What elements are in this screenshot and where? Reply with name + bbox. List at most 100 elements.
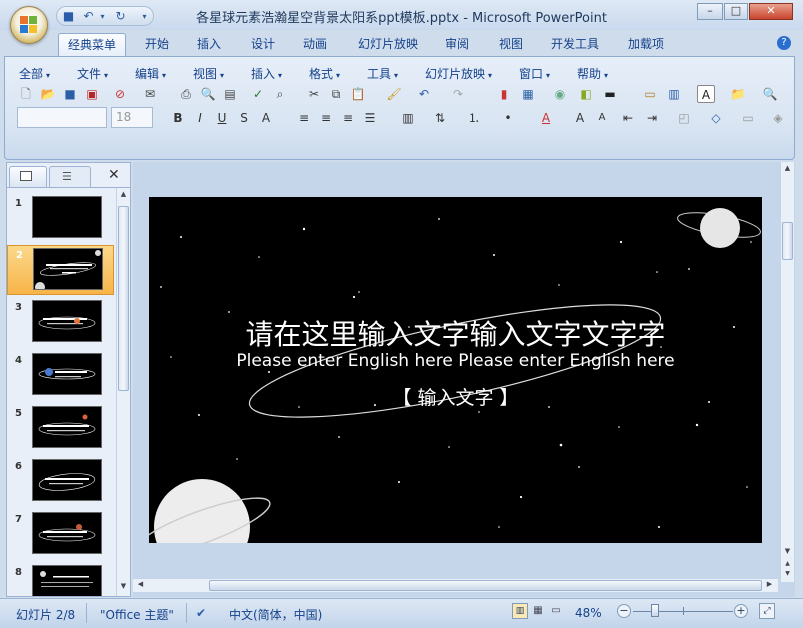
- slide-sorter-icon[interactable]: ▦: [530, 603, 546, 619]
- grow-font-icon[interactable]: A: [571, 109, 589, 127]
- color-icon[interactable]: ◧: [577, 85, 595, 103]
- help-icon[interactable]: ?: [777, 36, 791, 50]
- menu-edit[interactable]: 编辑 ▾: [135, 65, 166, 82]
- justify-icon[interactable]: ☰: [361, 109, 379, 127]
- spell-check-icon[interactable]: ✔: [196, 606, 206, 620]
- chart-icon[interactable]: ▮: [495, 85, 513, 103]
- folder-icon[interactable]: 📁: [729, 85, 747, 103]
- slide-thumbnail-3[interactable]: 3: [7, 298, 114, 348]
- slide-thumbnail-5[interactable]: 5: [7, 404, 114, 454]
- close-button[interactable]: ✕: [749, 3, 793, 20]
- quick-styles-icon[interactable]: ▭: [739, 109, 757, 127]
- italic-button[interactable]: I: [191, 109, 209, 127]
- format-painter-icon[interactable]: 🖌: [385, 85, 403, 103]
- shadow-button[interactable]: S: [235, 109, 253, 127]
- menu-file[interactable]: 文件 ▾: [77, 65, 108, 82]
- text-direction-icon[interactable]: ⇅: [431, 109, 449, 127]
- slide-thumbnail-4[interactable]: 4: [7, 351, 114, 401]
- email-icon[interactable]: ✉: [141, 85, 159, 103]
- language-indicator[interactable]: 中文(简体，中国): [229, 606, 322, 623]
- tab-review[interactable]: 审阅: [436, 33, 478, 56]
- minimize-button[interactable]: –: [697, 3, 723, 20]
- tab-design[interactable]: 设计: [242, 33, 284, 56]
- redo-icon[interactable]: ↷: [449, 85, 467, 103]
- scroll-down-icon[interactable]: ▼: [782, 547, 793, 558]
- tab-home[interactable]: 开始: [136, 33, 178, 56]
- shapes-icon[interactable]: ◇: [707, 109, 725, 127]
- layout-icon[interactable]: ▤: [221, 85, 239, 103]
- font-name-combo[interactable]: [17, 107, 107, 128]
- current-slide[interactable]: 请在这里输入文字输入文字文字字 Please enter English her…: [149, 197, 762, 543]
- menu-all[interactable]: 全部 ▾: [19, 65, 50, 82]
- slide-title[interactable]: 请在这里输入文字输入文字文字字: [149, 313, 762, 353]
- align-center-icon[interactable]: ≡: [317, 109, 335, 127]
- fill-icon[interactable]: ◈: [769, 109, 787, 127]
- arrange-icon[interactable]: ◰: [675, 109, 693, 127]
- tab-animation[interactable]: 动画: [294, 33, 336, 56]
- tab-insert[interactable]: 插入: [188, 33, 230, 56]
- scroll-thumb[interactable]: [209, 580, 762, 591]
- numbering-icon[interactable]: ⒈: [465, 109, 483, 127]
- bullets-icon[interactable]: •: [499, 109, 517, 127]
- tab-slideshow[interactable]: 幻灯片放映: [348, 33, 428, 56]
- tab-outline[interactable]: ☰: [49, 166, 91, 187]
- slide-thumbnail-1[interactable]: 1: [7, 194, 114, 244]
- columns-icon[interactable]: ▥: [399, 109, 417, 127]
- slide-subtitle[interactable]: Please enter English here Please enter E…: [149, 351, 762, 371]
- menu-slideshow[interactable]: 幻灯片放映 ▾: [425, 65, 492, 82]
- office-button[interactable]: [10, 6, 48, 44]
- underline-button[interactable]: U: [213, 109, 231, 127]
- menu-help[interactable]: 帮助 ▾: [577, 65, 608, 82]
- menu-format[interactable]: 格式 ▾: [309, 65, 340, 82]
- print-preview-icon[interactable]: 🔍: [199, 85, 217, 103]
- clip-art-icon[interactable]: ◉: [551, 85, 569, 103]
- tab-developer[interactable]: 开发工具: [542, 33, 608, 56]
- menu-tools[interactable]: 工具 ▾: [367, 65, 398, 82]
- scroll-right-icon[interactable]: ▶: [764, 580, 775, 591]
- scroll-up-icon[interactable]: ▲: [118, 190, 129, 201]
- menu-insert[interactable]: 插入 ▾: [251, 65, 282, 82]
- tab-view[interactable]: 视图: [490, 33, 532, 56]
- shrink-font-icon[interactable]: A: [593, 109, 611, 127]
- slide-thumbnail-2[interactable]: 2: [7, 245, 114, 295]
- fit-to-window-icon[interactable]: ⤢: [759, 603, 775, 619]
- permission-icon[interactable]: ⊘: [111, 85, 129, 103]
- next-slide-icon[interactable]: ▼: [782, 570, 793, 579]
- increase-indent-icon[interactable]: ⇥: [643, 109, 661, 127]
- zoom-level[interactable]: 48%: [575, 606, 602, 620]
- menu-window[interactable]: 窗口 ▾: [519, 65, 550, 82]
- close-pane-icon[interactable]: ✕: [108, 167, 120, 183]
- zoom-slider-thumb[interactable]: [651, 604, 659, 617]
- print-icon[interactable]: ⎙: [177, 85, 195, 103]
- paste-icon[interactable]: 📋: [349, 85, 367, 103]
- new-slide-icon[interactable]: ▭: [641, 85, 659, 103]
- previous-slide-icon[interactable]: ▲: [782, 560, 793, 569]
- font-size-combo[interactable]: 18: [111, 107, 153, 128]
- decrease-indent-icon[interactable]: ⇤: [619, 109, 637, 127]
- textbox-icon[interactable]: A: [697, 85, 715, 103]
- grayscale-icon[interactable]: ▬: [601, 85, 619, 103]
- align-left-icon[interactable]: ≡: [295, 109, 313, 127]
- cut-icon[interactable]: ✂: [305, 85, 323, 103]
- new-icon[interactable]: 🗋: [17, 85, 35, 103]
- scroll-thumb[interactable]: [118, 206, 129, 391]
- slide-tag-text[interactable]: 【 输入文字 】: [149, 383, 762, 410]
- scroll-thumb[interactable]: [782, 222, 793, 260]
- spelling-icon[interactable]: ✓: [249, 85, 267, 103]
- scroll-left-icon[interactable]: ◀: [135, 580, 146, 591]
- zoom-out-icon[interactable]: −: [617, 604, 631, 618]
- editor-vertical-scrollbar[interactable]: ▲ ▼ ▲ ▼: [780, 162, 794, 582]
- slide-thumbnail-6[interactable]: 6: [7, 457, 114, 507]
- slides-pane-scrollbar[interactable]: ▲ ▼: [116, 188, 130, 596]
- scroll-up-icon[interactable]: ▲: [782, 164, 793, 175]
- maximize-button[interactable]: □: [724, 3, 748, 20]
- menu-view[interactable]: 视图 ▾: [193, 65, 224, 82]
- tab-classic-menu[interactable]: 经典菜单: [58, 33, 126, 56]
- slide-thumbnail-8[interactable]: 8: [7, 563, 114, 596]
- tab-slides[interactable]: [9, 166, 47, 187]
- table-icon[interactable]: ▦: [519, 85, 537, 103]
- research-icon[interactable]: ⌕: [271, 85, 289, 103]
- char-spacing-button[interactable]: A: [257, 109, 275, 127]
- bold-button[interactable]: B: [169, 109, 187, 127]
- find-icon[interactable]: 🔍: [761, 85, 779, 103]
